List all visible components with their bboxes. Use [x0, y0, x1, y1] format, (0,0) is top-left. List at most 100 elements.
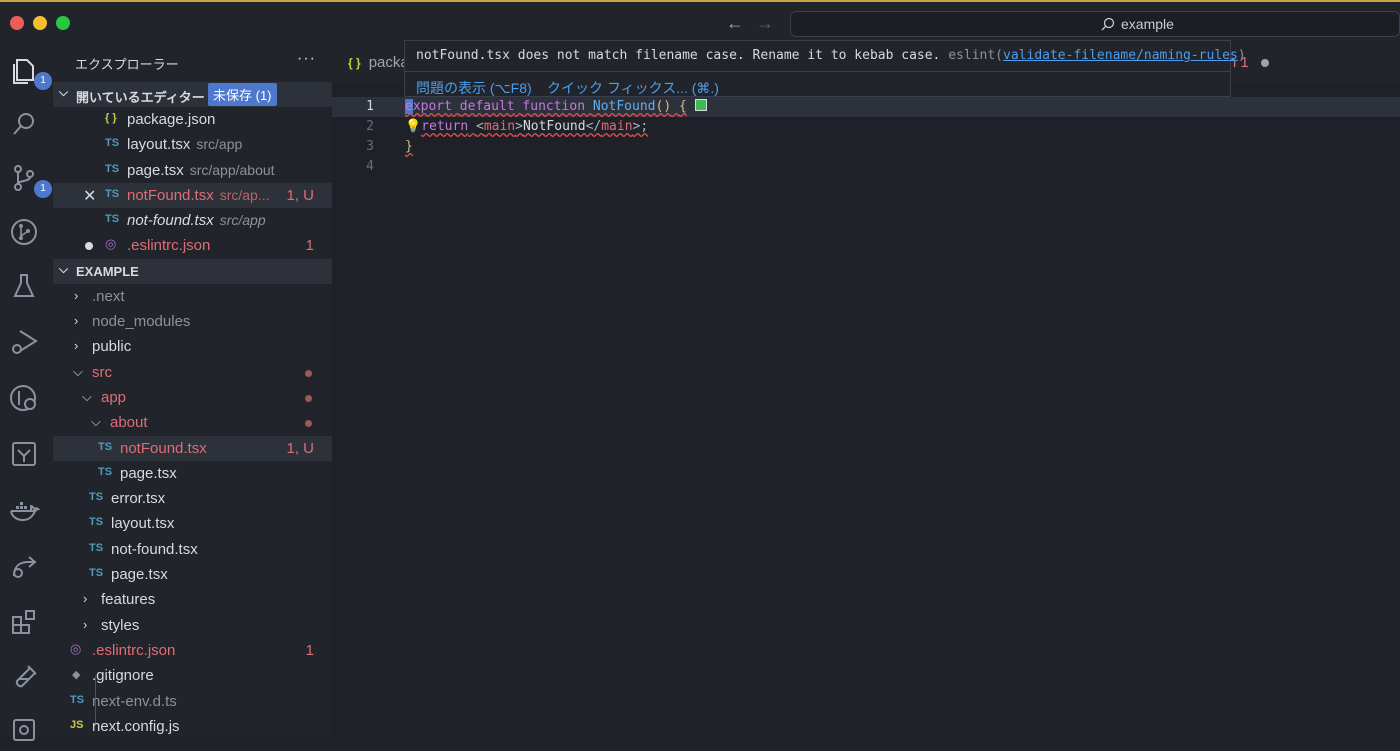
code-text: export default function NotFound() {	[405, 97, 707, 117]
tab-package-json[interactable]: { } packa	[348, 54, 409, 71]
files-icon[interactable]: 1	[8, 54, 52, 90]
timeline-icon[interactable]	[8, 714, 44, 750]
json-file-icon: { }	[105, 112, 117, 124]
chevron-down-icon: ⌵	[59, 261, 69, 276]
open-editor-path: src/app/about	[189, 161, 275, 178]
typescript-file-icon: TS	[98, 440, 113, 453]
code-token: NotFound	[592, 99, 656, 114]
tree-item-label: next.config.js	[92, 717, 180, 735]
open-editor-item[interactable]: { } package.json	[53, 107, 332, 132]
minimize-window-button[interactable]	[33, 16, 47, 30]
json-file-icon: { }	[348, 56, 361, 70]
view-problem-button[interactable]: 問題の表示 (⌥F8)	[416, 78, 532, 98]
line-number: 1	[366, 99, 374, 114]
project-title: EXAMPLE	[76, 263, 139, 279]
close-icon[interactable]: ✕	[83, 186, 96, 206]
open-editors-header[interactable]: ⌵ 開いているエディター 未保存 (1)	[53, 82, 332, 107]
tree-file[interactable]: TS error.tsx	[53, 486, 332, 511]
typescript-file-icon: TS	[89, 516, 104, 529]
tree-folder[interactable]: › styles	[53, 613, 332, 638]
tree-file[interactable]: TS next-env.d.ts	[53, 689, 332, 714]
zoom-window-button[interactable]	[56, 16, 70, 30]
open-editor-name: .eslintrc.json	[127, 237, 211, 255]
project-header[interactable]: ⌵ EXAMPLE	[53, 258, 332, 284]
hover-message: notFound.tsx does not match filename cas…	[416, 48, 941, 63]
test-tube-icon[interactable]	[8, 662, 44, 698]
tree-file[interactable]: TS layout.tsx	[53, 511, 332, 536]
open-editor-item-active[interactable]: ✕ TS notFound.tsx src/ap... 1, U	[53, 182, 332, 209]
open-editor-item[interactable]: TS layout.tsx src/app	[53, 132, 332, 157]
tree-folder[interactable]: ⌵ app	[53, 385, 332, 410]
code-token: function	[522, 99, 586, 114]
problem-status: 1, U	[286, 439, 314, 457]
tree-file[interactable]: ◎ .eslintrc.json 1	[53, 638, 332, 663]
code-line-1[interactable]: 1 export default function NotFound() {	[332, 97, 1400, 117]
arrow-right-icon[interactable]: →	[755, 13, 775, 33]
problem-status: 1	[305, 641, 314, 659]
diagnostic-hover: notFound.tsx does not match filename cas…	[404, 40, 1246, 98]
chevron-right-icon: ›	[74, 338, 79, 354]
tree-folder[interactable]: ⌵ about	[53, 410, 332, 435]
color-swatch-icon	[694, 99, 707, 111]
open-editor-item[interactable]: TS page.tsx src/app/about	[53, 158, 332, 183]
live-share-icon[interactable]	[8, 550, 44, 586]
rule-link[interactable]: validate-filename/naming-rules	[1003, 48, 1238, 63]
tree-folder[interactable]: › node_modules	[53, 309, 332, 334]
open-editor-path: src/app	[219, 212, 266, 229]
remote-explorer-icon[interactable]	[8, 382, 44, 418]
tree-item-label: page.tsx	[111, 566, 168, 584]
tree-file[interactable]: JS next.config.js	[53, 714, 332, 737]
line-number: 4	[366, 159, 374, 174]
typescript-file-icon: TS	[105, 213, 120, 226]
open-editor-item[interactable]: ◎ .eslintrc.json 1	[53, 233, 332, 258]
tree-file[interactable]: ◆ .gitignore	[53, 663, 332, 688]
editor-area: { }packa son 1 1 export default function…	[332, 44, 1400, 737]
tree-file[interactable]: TS not-found.tsx	[53, 537, 332, 562]
testing-icon[interactable]	[8, 270, 44, 306]
command-center-search[interactable]: example	[790, 11, 1400, 37]
code-text: }	[405, 137, 413, 157]
chevron-right-icon: ›	[74, 287, 79, 303]
run-debug-icon[interactable]	[8, 326, 44, 362]
tree-folder[interactable]: › .next	[53, 284, 332, 309]
chevron-right-icon: ›	[83, 616, 88, 632]
code-token: return	[421, 119, 469, 134]
lightbulb-icon[interactable]: 💡	[405, 119, 421, 134]
code-line-4[interactable]: 4	[332, 157, 1400, 177]
tree-folder[interactable]: › public	[53, 334, 332, 359]
more-actions-icon[interactable]: ···	[297, 50, 316, 68]
extensions-icon[interactable]	[8, 606, 44, 642]
line-number: 2	[366, 119, 374, 134]
code-line-3[interactable]: 3 }	[332, 137, 1400, 157]
search-icon[interactable]	[8, 108, 44, 144]
quick-fix-button[interactable]: クイック フィックス... (⌘.)	[547, 78, 719, 98]
docker-icon[interactable]	[8, 494, 44, 530]
chevron-down-icon: ⌵	[82, 388, 92, 404]
arrow-left-icon[interactable]: ←	[725, 13, 745, 33]
explorer-badge: 1	[34, 72, 52, 90]
azure-icon[interactable]	[8, 438, 44, 474]
typescript-file-icon: TS	[89, 541, 104, 554]
tree-folder[interactable]: › features	[53, 587, 332, 612]
typescript-file-icon: TS	[105, 162, 120, 175]
code-token: >	[515, 119, 523, 134]
tree-file-active[interactable]: TS notFound.tsx 1, U	[53, 435, 332, 461]
tree-file[interactable]: TS page.tsx	[53, 562, 332, 587]
tree-item-label: app	[101, 388, 127, 406]
source-control-icon[interactable]: 1	[8, 162, 52, 198]
open-editor-name: page.tsx	[127, 161, 184, 179]
file-tree: › .next › node_modules › public ⌵ src ⌵ app ⌵…	[53, 284, 332, 737]
tree-file[interactable]: TS page.tsx	[53, 461, 332, 486]
chevron-right-icon: ›	[74, 313, 79, 329]
open-editor-path: src/app	[196, 136, 243, 153]
code-line-2[interactable]: 2 💡return <main>NotFound</main>;	[332, 117, 1400, 137]
close-window-button[interactable]	[10, 16, 24, 30]
javascript-file-icon: JS	[70, 718, 84, 731]
git-graph-icon[interactable]	[8, 216, 44, 252]
command-center-label: example	[1121, 16, 1174, 32]
open-editor-name: layout.tsx	[127, 136, 191, 154]
tree-folder[interactable]: ⌵ src	[53, 360, 332, 385]
tree-item-label: features	[101, 591, 156, 609]
sidebar-title: エクスプローラー	[75, 57, 179, 72]
open-editor-item[interactable]: TS not-found.tsx src/app	[53, 208, 332, 233]
